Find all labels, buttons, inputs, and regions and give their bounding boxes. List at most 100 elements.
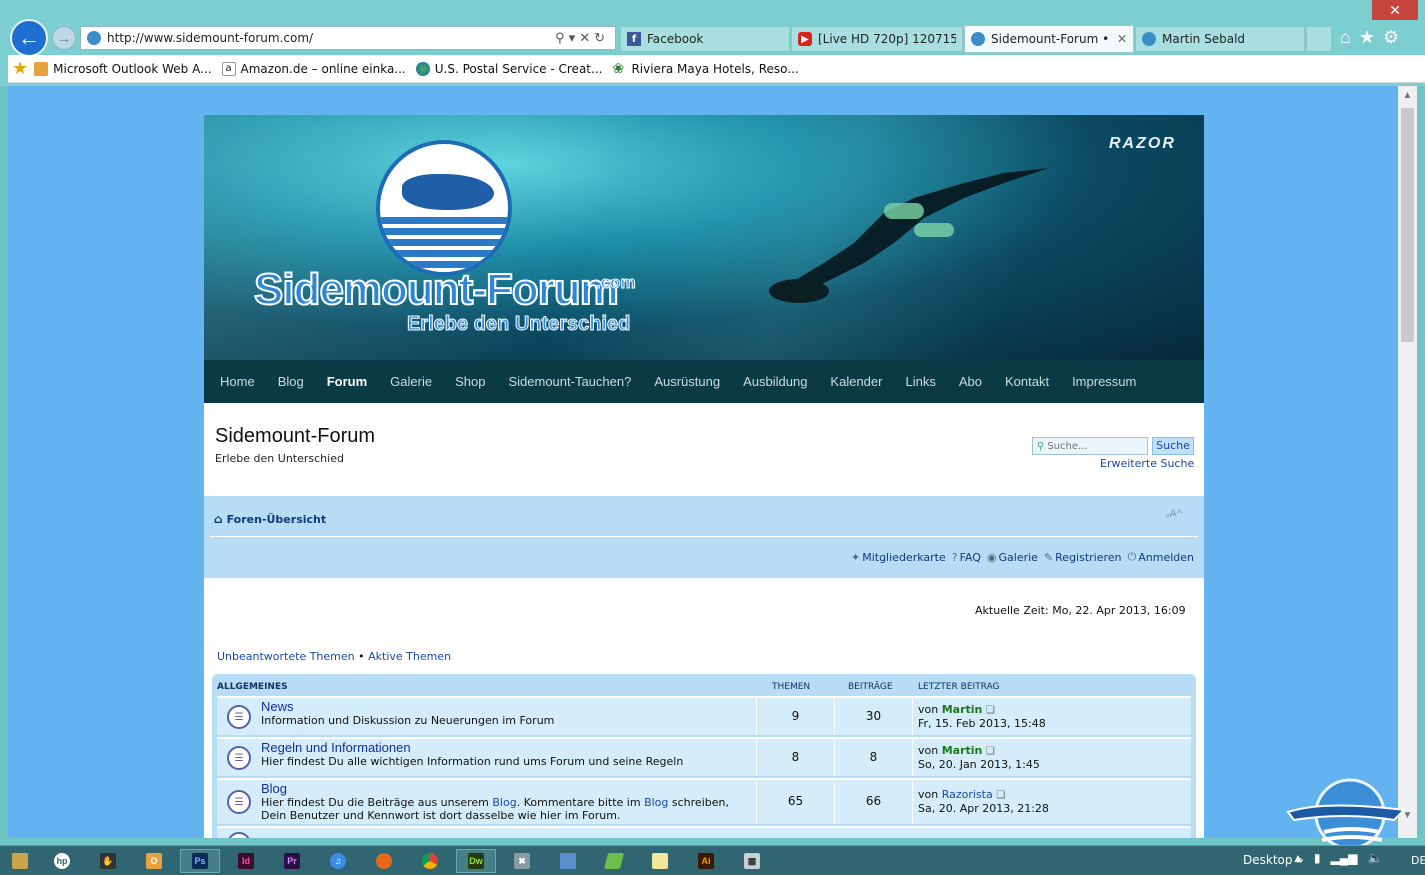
- dreamweaver-button[interactable]: Dw: [456, 849, 496, 873]
- back-button[interactable]: ←: [10, 19, 48, 57]
- blog-link[interactable]: Blog: [492, 796, 516, 809]
- app-button[interactable]: ✋: [88, 849, 128, 873]
- system-tray: ▲ ▮ ▂▄▆ 🔈: [1292, 851, 1382, 865]
- app-button[interactable]: [548, 849, 588, 873]
- network-icon: [560, 853, 576, 869]
- site-favicon: [1142, 32, 1156, 46]
- search-input[interactable]: [1047, 440, 1140, 452]
- last-post-author[interactable]: Martin: [942, 744, 983, 757]
- forum-name-regeln[interactable]: Regeln und Informationen: [261, 740, 411, 755]
- view-latest-post-icon[interactable]: ❏: [996, 790, 1005, 801]
- close-window-button[interactable]: ✕: [1372, 0, 1418, 20]
- calculator-button[interactable]: ▦: [732, 849, 772, 873]
- tab-facebook[interactable]: f Facebook: [620, 26, 790, 52]
- scroll-up-arrow-icon[interactable]: ▲: [1398, 90, 1417, 101]
- site-favicon: [87, 31, 101, 45]
- link-registrieren[interactable]: ✎ Registrieren: [1044, 550, 1122, 564]
- tools-button[interactable]: ✖: [502, 849, 542, 873]
- forum-row: ☰ News Information und Diskussion zu Neu…: [217, 696, 1191, 735]
- search-field[interactable]: ⚲: [1032, 437, 1148, 455]
- view-latest-post-icon[interactable]: ❏: [986, 705, 995, 716]
- language-indicator[interactable]: DE: [1411, 854, 1425, 867]
- outlook-taskbar-button[interactable]: O: [134, 849, 174, 873]
- nav-kontakt[interactable]: Kontakt: [1005, 374, 1049, 389]
- notes-button[interactable]: [640, 849, 680, 873]
- last-post-author[interactable]: Martin: [942, 703, 983, 716]
- tab-martin-sebald[interactable]: Martin Sebald: [1135, 26, 1305, 52]
- forum-name-news[interactable]: News: [261, 699, 294, 714]
- favorite-outlook[interactable]: Microsoft Outlook Web A...: [34, 61, 212, 76]
- gear-icon[interactable]: ⚙: [1383, 27, 1399, 48]
- font-size-toggle-icon[interactable]: ᵥA^: [1166, 508, 1182, 520]
- advanced-search-link[interactable]: Erweiterte Suche: [1100, 457, 1194, 470]
- tab-youtube[interactable]: ▶ [Live HD 720p] 120715 - P...: [791, 26, 963, 52]
- illustrator-button[interactable]: Ai: [686, 849, 726, 873]
- indesign-button[interactable]: Id: [226, 849, 266, 873]
- nav-kalender[interactable]: Kalender: [830, 374, 882, 389]
- unanswered-topics-link[interactable]: Unbeantwortete Themen: [217, 650, 355, 663]
- tab-sidemount-forum[interactable]: Sidemount-Forum • F... ✕: [964, 25, 1134, 53]
- by-label: von: [918, 703, 939, 716]
- search-button[interactable]: Suche: [1152, 437, 1194, 455]
- file-explorer-button[interactable]: [0, 849, 40, 873]
- last-post-author[interactable]: Razorista: [942, 788, 993, 801]
- tab-label: Facebook: [647, 32, 704, 46]
- volume-icon[interactable]: 🔈: [1367, 851, 1382, 865]
- favorite-amazon[interactable]: a Amazon.de – online einka...: [221, 61, 406, 76]
- forward-button[interactable]: →: [52, 26, 76, 50]
- nav-links[interactable]: Links: [905, 374, 935, 389]
- favorites-add-icon[interactable]: ★: [12, 58, 28, 79]
- firefox-button[interactable]: [364, 849, 404, 873]
- topics-column-header: THEMEN: [772, 682, 811, 692]
- favorite-riviera-maya[interactable]: ❀ Riviera Maya Hotels, Reso...: [612, 62, 798, 76]
- forum-name-blog[interactable]: Blog: [261, 781, 287, 796]
- nav-shop[interactable]: Shop: [455, 374, 485, 389]
- link-anmelden[interactable]: ⏻ Anmelden: [1128, 550, 1194, 564]
- nav-sidemount-tauchen[interactable]: Sidemount-Tauchen?: [508, 374, 631, 389]
- signal-icon[interactable]: ▂▄▆: [1331, 851, 1358, 865]
- address-bar[interactable]: http://www.sidemount-forum.com/ ⚲▾✕↻: [80, 26, 616, 50]
- nav-forum[interactable]: Forum: [327, 374, 367, 389]
- site-banner[interactable]: Sidemount-Forum .com Erlebe den Untersch…: [204, 115, 1204, 360]
- new-tab-button[interactable]: [1306, 26, 1332, 52]
- nav-abo[interactable]: Abo: [959, 374, 982, 389]
- breadcrumb-index[interactable]: Foren-Übersicht: [227, 513, 327, 526]
- favorites-star-icon[interactable]: ★: [1359, 27, 1375, 48]
- address-tools-icon[interactable]: ⚲▾✕↻: [555, 30, 615, 46]
- battery-icon[interactable]: ▮: [1314, 851, 1321, 865]
- dreamweaver-icon: Dw: [468, 853, 484, 869]
- hp-button[interactable]: hp: [42, 849, 82, 873]
- premiere-button[interactable]: Pr: [272, 849, 312, 873]
- scrollbar-thumb[interactable]: [1401, 108, 1414, 342]
- nav-ausruestung[interactable]: Ausrüstung: [654, 374, 720, 389]
- link-label: Anmelden: [1138, 550, 1194, 564]
- nav-blog[interactable]: Blog: [278, 374, 304, 389]
- itunes-button[interactable]: ♫: [318, 849, 358, 873]
- breadcrumb[interactable]: ⌂ Foren-Übersicht: [214, 512, 326, 526]
- active-topics-link[interactable]: Aktive Themen: [368, 650, 451, 663]
- category-header[interactable]: ALLGEMEINES: [217, 682, 288, 692]
- link-faq[interactable]: ? FAQ: [952, 550, 981, 564]
- tray-up-arrow-icon[interactable]: ▲: [1292, 851, 1304, 865]
- favorite-usps[interactable]: U.S. Postal Service - Creat...: [415, 61, 602, 76]
- vertical-scrollbar[interactable]: ▲ ▼: [1398, 86, 1417, 838]
- photoshop-button[interactable]: Ps: [180, 849, 220, 873]
- itunes-icon: ♫: [330, 853, 346, 869]
- view-latest-post-icon[interactable]: ❏: [986, 746, 995, 757]
- banner-light-rays: [204, 115, 1204, 360]
- desc-text: Dein Benutzer und Kennwort ist dort dass…: [261, 809, 621, 822]
- nav-home[interactable]: Home: [220, 374, 255, 389]
- blog-link[interactable]: Blog: [644, 796, 668, 809]
- watermark-logo: [1286, 778, 1407, 850]
- tab-close-icon[interactable]: ✕: [1117, 32, 1127, 46]
- link-galerie[interactable]: ◉ Galerie: [987, 550, 1038, 564]
- nav-impressum[interactable]: Impressum: [1072, 374, 1136, 389]
- chrome-button[interactable]: [410, 849, 450, 873]
- nav-galerie[interactable]: Galerie: [390, 374, 432, 389]
- app-button[interactable]: [594, 849, 634, 873]
- nav-ausbildung[interactable]: Ausbildung: [743, 374, 807, 389]
- post-count: 30: [865, 709, 882, 723]
- home-icon[interactable]: ⌂: [1340, 27, 1351, 48]
- link-mitgliederkarte[interactable]: ✦ Mitgliederkarte: [851, 550, 946, 564]
- forum-read-icon: ☰: [227, 832, 251, 838]
